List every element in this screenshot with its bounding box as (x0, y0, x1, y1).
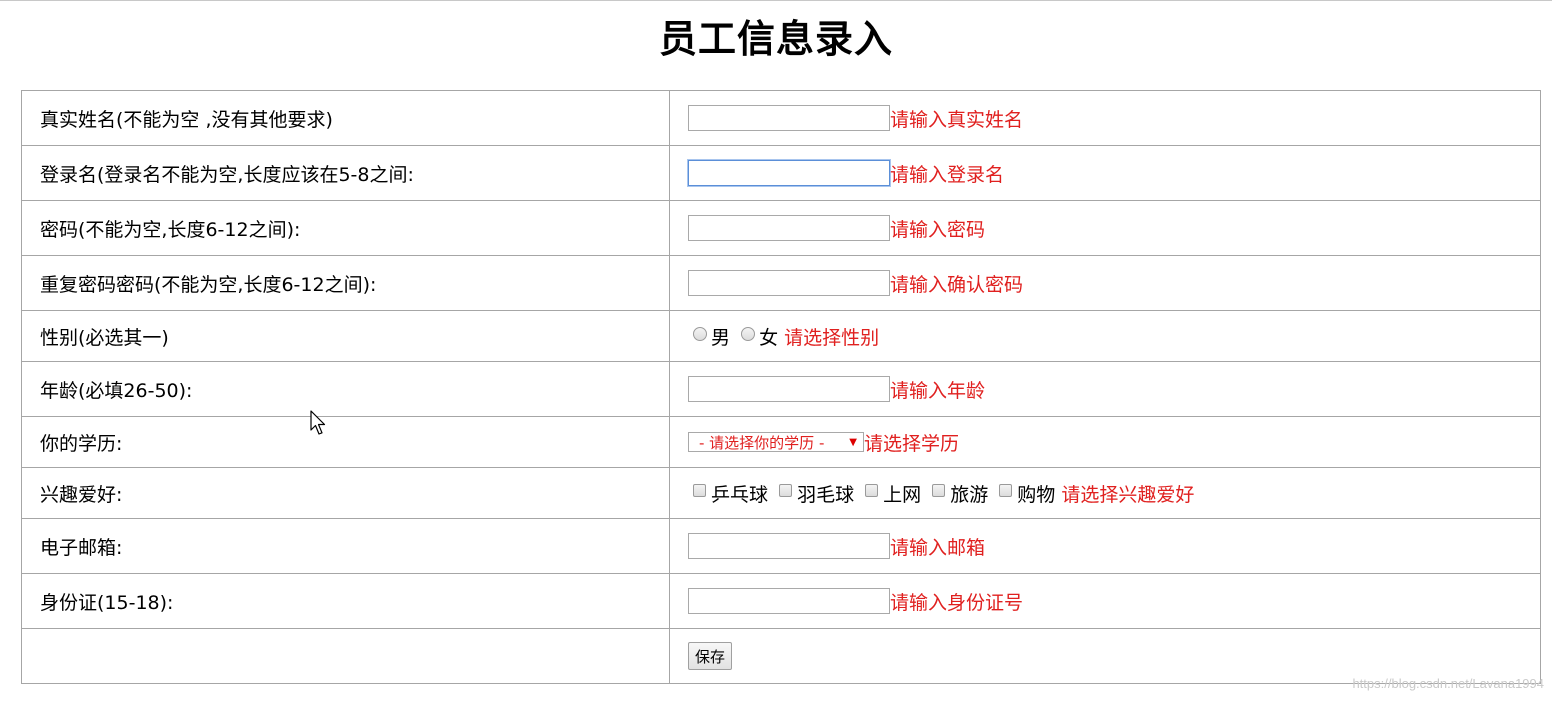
loginname-input[interactable] (687, 159, 891, 187)
save-button[interactable]: 保存 (688, 642, 733, 670)
gender-cell: 男 女 请选择性别 (669, 310, 1541, 362)
age-hint: 请输入年龄 (890, 379, 986, 402)
loginname-label: 登录名(登录名不能为空,长度应该在5-8之间: (21, 145, 670, 201)
dropdown-arrow-icon: ▼ (849, 437, 857, 448)
gender-female-label[interactable]: 女 (759, 323, 778, 350)
hobbies-label: 兴趣爱好: (21, 467, 670, 519)
row-hobbies: 兴趣爱好: 乒乓球 羽毛球 上网 旅游 购物 请选择兴趣爱好 (21, 467, 1541, 519)
email-hint: 请输入邮箱 (890, 536, 986, 559)
education-selected-value: - 请选择你的学历 - (699, 434, 825, 452)
loginname-cell: 请输入登录名 (669, 145, 1541, 201)
loginname-hint: 请输入登录名 (890, 163, 1005, 186)
gender-male-label[interactable]: 男 (711, 323, 730, 350)
gender-label: 性别(必选其一) (21, 310, 670, 362)
row-save: 保存 (21, 628, 1541, 684)
hobby-internet-label[interactable]: 上网 (883, 480, 921, 507)
hobby-travel-label[interactable]: 旅游 (950, 480, 988, 507)
age-input[interactable] (688, 376, 890, 402)
email-label: 电子邮箱: (21, 518, 670, 574)
hobby-travel-checkbox[interactable] (932, 483, 946, 497)
hobby-internet-checkbox[interactable] (865, 483, 879, 497)
realname-cell: 请输入真实姓名 (669, 90, 1541, 146)
repassword-cell: 请输入确认密码 (669, 255, 1541, 311)
idcard-cell: 请输入身份证号 (669, 573, 1541, 629)
email-cell: 请输入邮箱 (669, 518, 1541, 574)
realname-hint: 请输入真实姓名 (890, 108, 1024, 131)
realname-input[interactable] (688, 105, 890, 131)
realname-label: 真实姓名(不能为空 ,没有其他要求) (21, 90, 670, 146)
row-idcard: 身份证(15-18): 请输入身份证号 (21, 573, 1541, 629)
education-hint: 请选择学历 (864, 432, 960, 455)
email-input[interactable] (688, 533, 890, 559)
hobby-pingpong-label[interactable]: 乒乓球 (711, 480, 768, 507)
row-gender: 性别(必选其一) 男 女 请选择性别 (21, 310, 1541, 362)
page-title: 员工信息录入 (658, 17, 893, 61)
hobbies-hint: 请选择兴趣爱好 (1061, 483, 1195, 506)
hobby-shopping-label[interactable]: 购物 (1017, 480, 1055, 507)
hobbies-cell: 乒乓球 羽毛球 上网 旅游 购物 请选择兴趣爱好 (669, 467, 1541, 519)
password-label: 密码(不能为空,长度6-12之间): (21, 200, 670, 256)
hobby-badminton-label[interactable]: 羽毛球 (797, 480, 854, 507)
repassword-input[interactable] (688, 270, 890, 296)
education-select[interactable]: - 请选择你的学历 - ▼ (688, 432, 864, 452)
row-age: 年龄(必填26-50): 请输入年龄 (21, 361, 1541, 417)
employee-form-table: 真实姓名(不能为空 ,没有其他要求) 请输入真实姓名 登录名(登录名不能为空,长… (21, 90, 1541, 684)
education-cell: - 请选择你的学历 - ▼ 请选择学历 (669, 416, 1541, 468)
mouse-cursor-icon (310, 410, 326, 435)
empty-cell (21, 628, 670, 684)
password-input[interactable] (688, 215, 890, 241)
row-realname: 真实姓名(不能为空 ,没有其他要求) 请输入真实姓名 (21, 90, 1541, 146)
row-loginname: 登录名(登录名不能为空,长度应该在5-8之间: 请输入登录名 (21, 145, 1541, 201)
password-hint: 请输入密码 (890, 218, 986, 241)
gender-hint: 请选择性别 (784, 326, 880, 349)
gender-female-radio[interactable] (741, 327, 756, 341)
idcard-input[interactable] (688, 588, 890, 614)
hobby-badminton-checkbox[interactable] (779, 483, 793, 497)
education-label: 你的学历: (21, 416, 670, 468)
row-education: 你的学历: - 请选择你的学历 - ▼ 请选择学历 (21, 416, 1541, 468)
hobby-shopping-checkbox[interactable] (999, 483, 1013, 497)
age-label: 年龄(必填26-50): (21, 361, 670, 417)
row-password: 密码(不能为空,长度6-12之间): 请输入密码 (21, 200, 1541, 256)
hobby-pingpong-checkbox[interactable] (693, 483, 706, 497)
idcard-label: 身份证(15-18): (21, 573, 670, 629)
gender-male-radio[interactable] (693, 327, 707, 341)
watermark: https://blog.csdn.net/Lavana1994 (1352, 676, 1544, 691)
password-cell: 请输入密码 (669, 200, 1541, 256)
repassword-hint: 请输入确认密码 (890, 273, 1024, 296)
row-email: 电子邮箱: 请输入邮箱 (21, 518, 1541, 574)
idcard-hint: 请输入身份证号 (890, 591, 1024, 614)
age-cell: 请输入年龄 (669, 361, 1541, 417)
repassword-label: 重复密码密码(不能为空,长度6-12之间): (21, 255, 670, 311)
row-repassword: 重复密码密码(不能为空,长度6-12之间): 请输入确认密码 (21, 255, 1541, 311)
top-border (0, 0, 1552, 1)
